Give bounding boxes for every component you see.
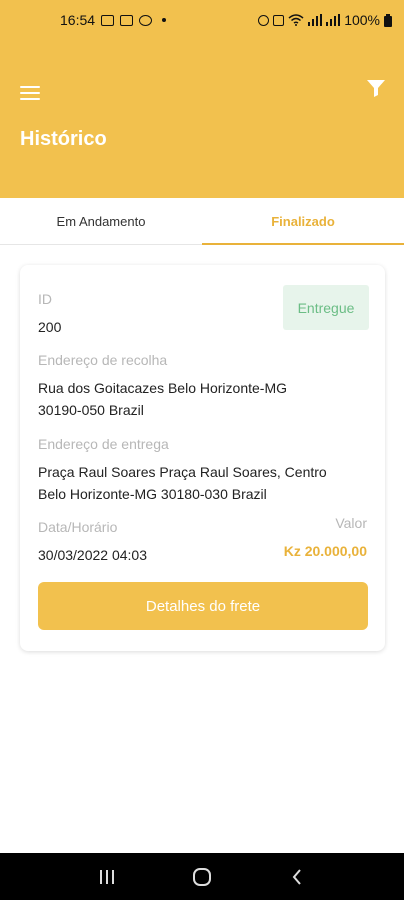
- menu-icon: [20, 86, 40, 88]
- alarm-icon: [258, 14, 270, 26]
- recents-button[interactable]: [92, 862, 122, 892]
- message-icon: [120, 14, 134, 26]
- delivery-address-line2: Belo Horizonte-MG 30180-030 Brazil: [38, 486, 267, 502]
- id-label: ID: [38, 291, 52, 307]
- signal-icon: [308, 14, 323, 26]
- tab-finalizado[interactable]: Finalizado: [202, 198, 404, 245]
- page-title: Histórico: [20, 128, 107, 150]
- tab-em-andamento[interactable]: Em Andamento: [0, 198, 202, 244]
- home-icon: [192, 867, 211, 886]
- delivery-address-label: Endereço de entrega: [38, 436, 169, 452]
- delivery-address-line1: Praça Raul Soares Praça Raul Soares, Cen…: [38, 464, 327, 480]
- pickup-address-line2: 30190-050 Brazil: [38, 402, 144, 418]
- filter-icon: [367, 80, 385, 97]
- pickup-address-line1: Rua dos Goitacazes Belo Horizonte-MG: [38, 380, 287, 396]
- status-left: 16:54: [60, 12, 167, 28]
- tab-bar: Em Andamento Finalizado: [0, 198, 404, 245]
- datetime-label: Data/Horário: [38, 519, 118, 535]
- datetime-value: 30/03/2022 04:03: [38, 547, 147, 563]
- freight-details-button[interactable]: Detalhes do frete: [38, 582, 368, 630]
- home-button[interactable]: [187, 862, 217, 892]
- pickup-address-label: Endereço de recolha: [38, 352, 168, 368]
- gallery-icon: [101, 14, 115, 26]
- battery-percent: 100%: [344, 12, 380, 28]
- status-time: 16:54: [60, 12, 96, 28]
- back-button[interactable]: [282, 862, 312, 892]
- menu-icon-line: [20, 98, 40, 100]
- filter-button[interactable]: [366, 78, 386, 98]
- wifi-icon: [288, 14, 304, 26]
- menu-icon-line: [20, 92, 40, 94]
- back-icon: [292, 868, 301, 885]
- whatsapp-icon: [139, 14, 153, 26]
- app-bar: Histórico: [0, 40, 404, 198]
- notification-dot-icon: [162, 18, 167, 22]
- mute-icon: [273, 14, 285, 26]
- system-nav-bar: [0, 853, 404, 900]
- valor-value: Kz 20.000,00: [283, 543, 367, 559]
- signal-icon: [326, 14, 341, 26]
- valor-label: Valor: [335, 515, 367, 531]
- recents-icon: [100, 869, 115, 884]
- status-right: 100%: [258, 12, 392, 28]
- freight-card: ID 200 Entregue Endereço de recolha Rua …: [20, 265, 385, 651]
- status-bar: 16:54 100%: [0, 0, 404, 40]
- id-value: 200: [38, 319, 62, 335]
- status-badge: Entregue: [283, 285, 369, 330]
- menu-button[interactable]: [20, 86, 40, 102]
- battery-icon: [384, 13, 392, 27]
